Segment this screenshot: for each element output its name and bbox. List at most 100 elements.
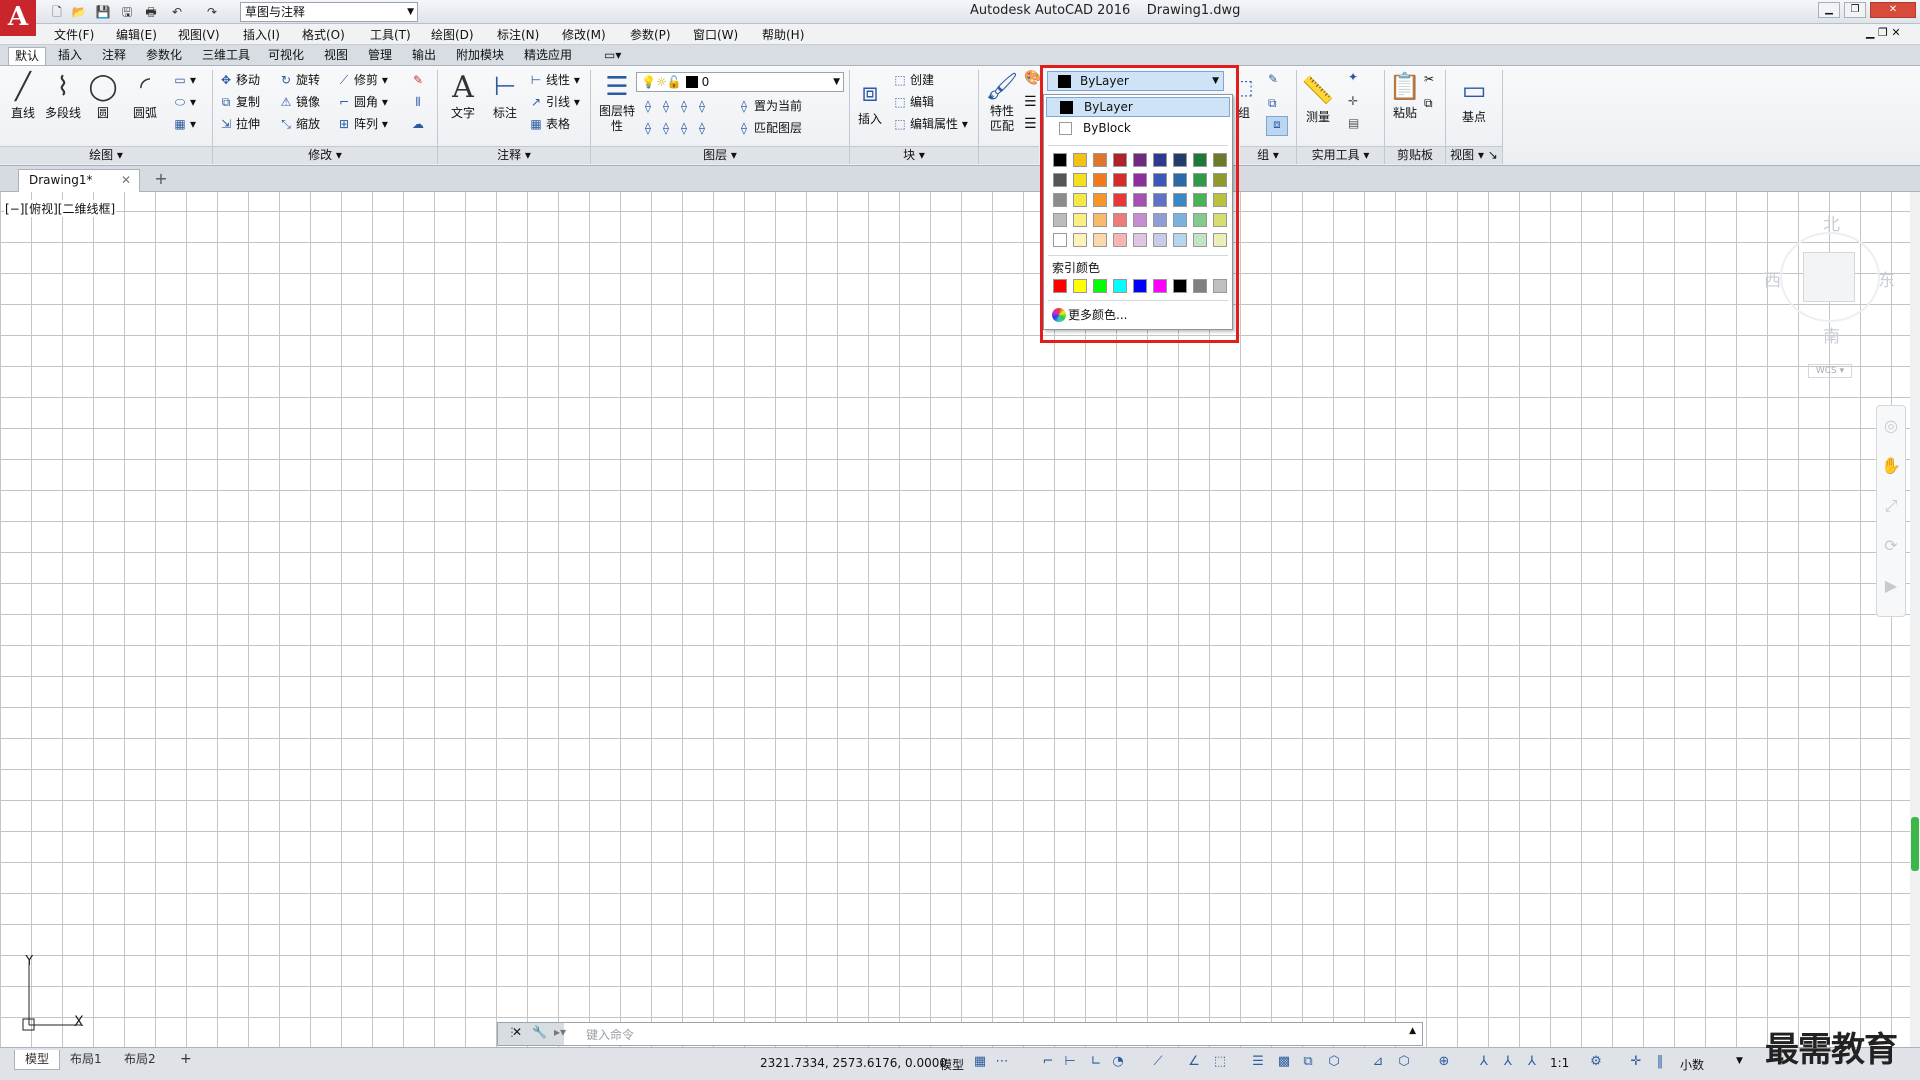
copy-tool[interactable]: ⧉ 复制 bbox=[218, 92, 260, 112]
color-swatch[interactable] bbox=[1133, 173, 1147, 187]
cut-icon[interactable]: ✂ bbox=[1424, 72, 1434, 86]
command-prompt-icon[interactable]: ▸▾ bbox=[554, 1025, 566, 1039]
trim-tool[interactable]: ⟋ 修剪 ▾ bbox=[336, 70, 388, 90]
dimension-tool[interactable]: ⊢ 标注 bbox=[486, 70, 524, 121]
viewcube-face[interactable] bbox=[1803, 252, 1855, 302]
color-swatch[interactable] bbox=[1173, 153, 1187, 167]
color-swatch[interactable] bbox=[1073, 173, 1087, 187]
ortho-icon[interactable]: ∟ bbox=[1088, 1054, 1104, 1070]
line-tool[interactable]: ╱ 直线 bbox=[4, 70, 42, 121]
panel-modify-title[interactable]: 修改 ▾ bbox=[213, 146, 437, 164]
color-swatch[interactable] bbox=[1093, 213, 1107, 227]
tab-addins[interactable]: 附加模块 bbox=[450, 47, 510, 65]
open-icon[interactable]: 📂 bbox=[70, 3, 88, 21]
pan-icon[interactable]: ✋ bbox=[1877, 446, 1905, 486]
showmotion-icon[interactable]: ▶ bbox=[1877, 566, 1905, 606]
command-line[interactable]: ⋮ ✕ 🔧 ▸▾ 键入命令 ▲ bbox=[497, 1022, 1423, 1046]
panel-layers-title[interactable]: 图层 ▾ bbox=[591, 146, 849, 164]
menu-file[interactable]: 文件(F) bbox=[54, 26, 94, 43]
color-swatch[interactable] bbox=[1053, 193, 1067, 207]
object-snap-icon[interactable]: ⬚ bbox=[1212, 1054, 1228, 1070]
color-swatch[interactable] bbox=[1193, 153, 1207, 167]
color-swatch[interactable] bbox=[1113, 193, 1127, 207]
color-swatch[interactable] bbox=[1093, 193, 1107, 207]
menu-format[interactable]: 格式(O) bbox=[302, 26, 345, 43]
minimize-button[interactable]: ▁ bbox=[1818, 2, 1840, 18]
match-layer-tool[interactable]: ⟠ 匹配图层 bbox=[736, 118, 802, 138]
close-button[interactable]: ✕ bbox=[1870, 2, 1916, 18]
layer-tools-row2[interactable]: ⟠ ⟠ ⟠ ⟠ bbox=[640, 118, 712, 138]
color-swatch[interactable] bbox=[1173, 213, 1187, 227]
color-swatch[interactable] bbox=[1073, 233, 1087, 247]
color-option-byblock[interactable]: ByBlock bbox=[1046, 119, 1230, 139]
viewcube[interactable]: 北 南 东 西 bbox=[1760, 210, 1900, 347]
tab-visualize[interactable]: 可视化 bbox=[262, 47, 310, 65]
layout-tab-2[interactable]: 布局2 bbox=[114, 1050, 166, 1070]
zoom-icon[interactable]: ⤢ bbox=[1877, 486, 1905, 526]
array-tool[interactable]: ⊞ 阵列 ▾ bbox=[336, 114, 388, 134]
ellipse-tool[interactable]: ⬭ ▾ bbox=[172, 92, 196, 112]
panel-clipboard-title[interactable]: 剪贴板 bbox=[1385, 146, 1445, 164]
color-swatch[interactable] bbox=[1133, 193, 1147, 207]
explode-tool[interactable]: ☁ bbox=[410, 114, 428, 134]
panel-utilities-title[interactable]: 实用工具 ▾ bbox=[1297, 146, 1384, 164]
index-color-swatch[interactable] bbox=[1093, 279, 1107, 293]
menu-insert[interactable]: 插入(I) bbox=[243, 26, 280, 43]
insert-block-tool[interactable]: ⧈ 插入 bbox=[852, 76, 888, 127]
color-swatch[interactable] bbox=[1113, 233, 1127, 247]
panel-properties-title[interactable] bbox=[979, 146, 1039, 164]
transparency-icon[interactable]: ▩ bbox=[1276, 1054, 1292, 1070]
index-color-swatch[interactable] bbox=[1053, 279, 1067, 293]
color-swatch[interactable] bbox=[1193, 173, 1207, 187]
scroll-thumb[interactable] bbox=[1911, 817, 1919, 871]
color-option-bylayer[interactable]: ByLayer bbox=[1046, 97, 1230, 117]
color-swatch[interactable] bbox=[1213, 173, 1227, 187]
polyline-tool[interactable]: ⌇ 多段线 bbox=[42, 70, 84, 121]
ribbon-options-icon[interactable]: ▭▾ bbox=[598, 47, 627, 65]
menu-help[interactable]: 帮助(H) bbox=[762, 26, 804, 43]
circle-tool[interactable]: ◯ 圆 bbox=[86, 70, 120, 121]
edit-block-tool[interactable]: ⬚ 编辑 bbox=[892, 92, 934, 112]
paste-tool[interactable]: 📋 粘贴 bbox=[1386, 70, 1424, 121]
menu-dimension[interactable]: 标注(N) bbox=[497, 26, 539, 43]
drawing-canvas[interactable] bbox=[0, 192, 1910, 1047]
leader-tool[interactable]: ↗ 引线 ▾ bbox=[528, 92, 580, 112]
table-tool[interactable]: ▦ 表格 bbox=[528, 114, 570, 134]
offset-tool[interactable]: ⫴ bbox=[410, 92, 428, 112]
tab-output[interactable]: 输出 bbox=[406, 47, 442, 65]
navigation-bar[interactable]: ◎ ✋ ⤢ ⟳ ▶ bbox=[1876, 405, 1906, 617]
color-swatch[interactable] bbox=[1213, 213, 1227, 227]
object-snap-tracking-icon[interactable]: ∠ bbox=[1186, 1054, 1202, 1070]
workspace-gear-icon[interactable]: ⚙ bbox=[1588, 1054, 1604, 1070]
color-swatch[interactable] bbox=[1053, 213, 1067, 227]
menu-modify[interactable]: 修改(M) bbox=[562, 26, 606, 43]
erase-tool[interactable]: ✎ bbox=[410, 70, 428, 90]
quick-select-icon[interactable]: ✦ bbox=[1348, 70, 1358, 84]
annotation-scale[interactable]: 1:1 bbox=[1550, 1056, 1569, 1070]
polar-icon[interactable]: ◔ bbox=[1110, 1054, 1126, 1070]
layer-dropdown[interactable]: 💡☼🔓 0 ▼ bbox=[636, 72, 844, 92]
gizmo-icon[interactable]: ⊕ bbox=[1436, 1054, 1452, 1070]
panel-annotation-title[interactable]: 注释 ▾ bbox=[438, 146, 590, 164]
point-icon[interactable]: ✛ bbox=[1348, 94, 1358, 108]
color-swatch[interactable] bbox=[1053, 173, 1067, 187]
chevron-up-icon[interactable]: ▲ bbox=[1409, 1026, 1416, 1036]
color-swatch[interactable] bbox=[1193, 193, 1207, 207]
color-swatch[interactable] bbox=[1133, 233, 1147, 247]
color-swatch[interactable] bbox=[1173, 193, 1187, 207]
compass-north[interactable]: 北 bbox=[1823, 210, 1840, 235]
annotation-monitor-icon[interactable]: ✛ bbox=[1628, 1054, 1644, 1070]
tab-view[interactable]: 视图 bbox=[318, 47, 354, 65]
color-swatch[interactable] bbox=[1153, 213, 1167, 227]
measure-tool[interactable]: 📏 测量 bbox=[1300, 74, 1336, 125]
index-color-swatch[interactable] bbox=[1193, 279, 1207, 293]
menu-tools[interactable]: 工具(T) bbox=[370, 26, 411, 43]
tab-annotate[interactable]: 注释 bbox=[96, 47, 132, 65]
tab-featured-apps[interactable]: 精选应用 bbox=[518, 47, 578, 65]
3d-osnap-icon[interactable]: ⬡ bbox=[1326, 1054, 1342, 1070]
compass-east[interactable]: 东 bbox=[1878, 266, 1895, 291]
dynamic-ucs-icon[interactable]: ⊿ bbox=[1370, 1054, 1386, 1070]
selection-filter-icon[interactable]: ⬡ bbox=[1396, 1054, 1412, 1070]
menu-edit[interactable]: 编辑(E) bbox=[116, 26, 157, 43]
compass-west[interactable]: 西 bbox=[1764, 266, 1781, 291]
